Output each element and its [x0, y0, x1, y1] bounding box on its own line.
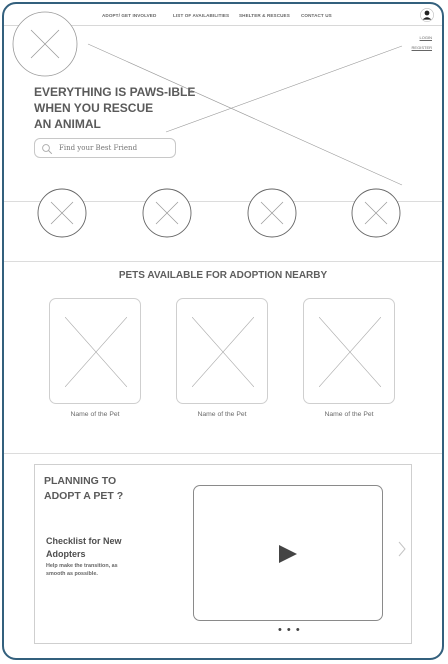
category-circle[interactable] — [247, 188, 297, 238]
category-circle[interactable] — [351, 188, 401, 238]
chevron-right-icon[interactable] — [397, 541, 407, 557]
checklist-title-line: Checklist for New — [46, 536, 122, 546]
pet-card[interactable] — [49, 298, 141, 404]
category-circle[interactable] — [142, 188, 192, 238]
planning-title: PLANNING TO ADOPT A PET ? — [44, 474, 123, 504]
play-icon[interactable] — [278, 544, 298, 564]
pet-name[interactable]: Name of the Pet — [303, 411, 395, 418]
pet-image-placeholder — [192, 317, 254, 387]
checklist-title[interactable]: Checklist for New Adopters — [46, 535, 122, 561]
section-divider — [4, 261, 442, 262]
logo-placeholder[interactable] — [12, 11, 78, 77]
pets-section-title: PETS AVAILABLE FOR ADOPTION NEARBY — [118, 270, 328, 281]
pet-card[interactable] — [176, 298, 268, 404]
pet-name[interactable]: Name of the Pet — [49, 411, 141, 418]
search-input[interactable] — [59, 141, 171, 155]
search-box[interactable] — [34, 138, 176, 158]
checklist-title-line: Adopters — [46, 549, 86, 559]
hero-title: EVERYTHING IS PAWS-IBLE WHEN YOU RESCUE … — [34, 84, 196, 132]
hero-title-line: AN ANIMAL — [34, 117, 101, 131]
pet-image-placeholder — [65, 317, 127, 387]
search-icon — [42, 144, 53, 155]
checklist-subtitle-line: smooth as possible. — [46, 571, 98, 577]
hero-title-line: EVERYTHING IS PAWS-IBLE — [34, 85, 196, 99]
checklist-subtitle-line: Help make the transition, as — [46, 563, 118, 569]
video-player[interactable] — [193, 485, 383, 621]
pet-name[interactable]: Name of the Pet — [176, 411, 268, 418]
checklist-subtitle: Help make the transition, as smooth as p… — [46, 562, 118, 578]
carousel-dots[interactable]: • • • — [278, 625, 301, 636]
planning-title-line: ADOPT A PET ? — [44, 490, 124, 502]
planning-title-line: PLANNING TO — [44, 475, 117, 487]
page-frame: ADOPT/ GET INVOLVED LIST OF AVAILABILITI… — [2, 2, 444, 660]
hero-title-line: WHEN YOU RESCUE — [34, 101, 154, 115]
category-circle[interactable] — [37, 188, 87, 238]
pet-image-placeholder — [319, 317, 381, 387]
section-divider — [4, 453, 442, 454]
pet-card[interactable] — [303, 298, 395, 404]
planning-section: PLANNING TO ADOPT A PET ? Checklist for … — [34, 464, 412, 644]
